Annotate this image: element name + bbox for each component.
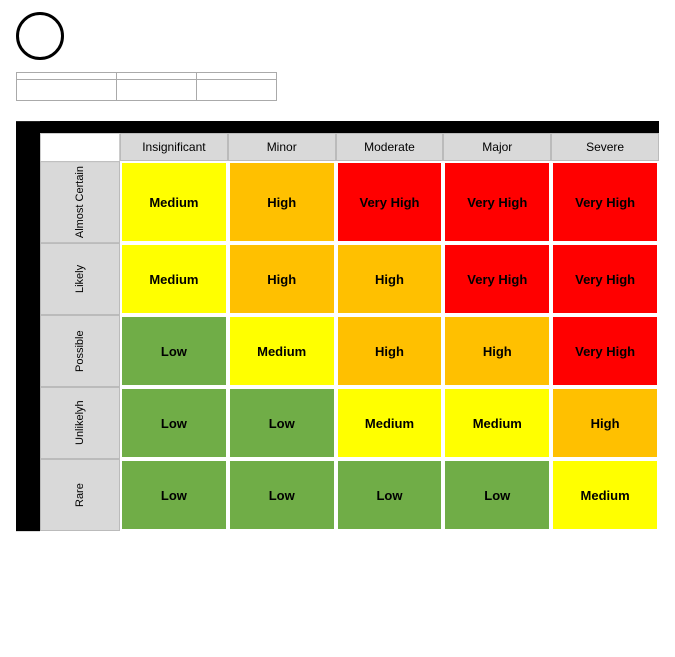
row-label-2: Possible xyxy=(40,315,120,387)
cell-r2-c2: High xyxy=(336,315,444,387)
cell-r1-c4: Very High xyxy=(551,243,659,315)
matrix-wrapper: Insignificant Minor Moderate Major Sever… xyxy=(16,121,659,531)
date-label xyxy=(197,73,277,80)
matrix-inner: Insignificant Minor Moderate Major Sever… xyxy=(40,121,659,531)
cell-r3-c2: Medium xyxy=(336,387,444,459)
cell-r2-c4: Very High xyxy=(551,315,659,387)
col-header-moderate: Moderate xyxy=(336,133,444,161)
project-table xyxy=(16,72,277,101)
project-info xyxy=(0,68,675,109)
cell-r2-c0: Low xyxy=(120,315,228,387)
likelihood-label xyxy=(16,121,40,531)
project-manager-value[interactable] xyxy=(117,80,197,101)
logo xyxy=(16,12,64,60)
cell-r1-c2: High xyxy=(336,243,444,315)
project-name-label xyxy=(17,73,117,80)
cell-r1-c3: Very High xyxy=(443,243,551,315)
project-manager-label xyxy=(117,73,197,80)
matrix-grid: Insignificant Minor Moderate Major Sever… xyxy=(40,133,659,531)
date-value[interactable] xyxy=(197,80,277,101)
cell-r1-c1: High xyxy=(228,243,336,315)
cell-r4-c4: Medium xyxy=(551,459,659,531)
cell-r2-c1: Medium xyxy=(228,315,336,387)
cell-r3-c4: High xyxy=(551,387,659,459)
cell-r4-c0: Low xyxy=(120,459,228,531)
row-label-3: Unlikelyh xyxy=(40,387,120,459)
cell-r0-c1: High xyxy=(228,161,336,243)
cell-r3-c0: Low xyxy=(120,387,228,459)
cell-r0-c0: Medium xyxy=(120,161,228,243)
cell-r1-c0: Medium xyxy=(120,243,228,315)
cell-r0-c4: Very High xyxy=(551,161,659,243)
row-label-1: Likely xyxy=(40,243,120,315)
cell-r0-c2: Very High xyxy=(336,161,444,243)
header xyxy=(0,0,675,68)
cell-r4-c2: Low xyxy=(336,459,444,531)
row-label-4: Rare xyxy=(40,459,120,531)
cell-r3-c3: Medium xyxy=(443,387,551,459)
col-header-minor: Minor xyxy=(228,133,336,161)
cell-r4-c1: Low xyxy=(228,459,336,531)
cell-r4-c3: Low xyxy=(443,459,551,531)
matrix-section: Insignificant Minor Moderate Major Sever… xyxy=(0,109,675,547)
severity-header xyxy=(40,121,659,133)
row-label-0: Almost Certain xyxy=(40,161,120,243)
col-header-major: Major xyxy=(443,133,551,161)
col-header-severe: Severe xyxy=(551,133,659,161)
project-name-value[interactable] xyxy=(17,80,117,101)
cell-r2-c3: High xyxy=(443,315,551,387)
cell-r3-c1: Low xyxy=(228,387,336,459)
cell-r0-c3: Very High xyxy=(443,161,551,243)
col-header-insignificant: Insignificant xyxy=(120,133,228,161)
